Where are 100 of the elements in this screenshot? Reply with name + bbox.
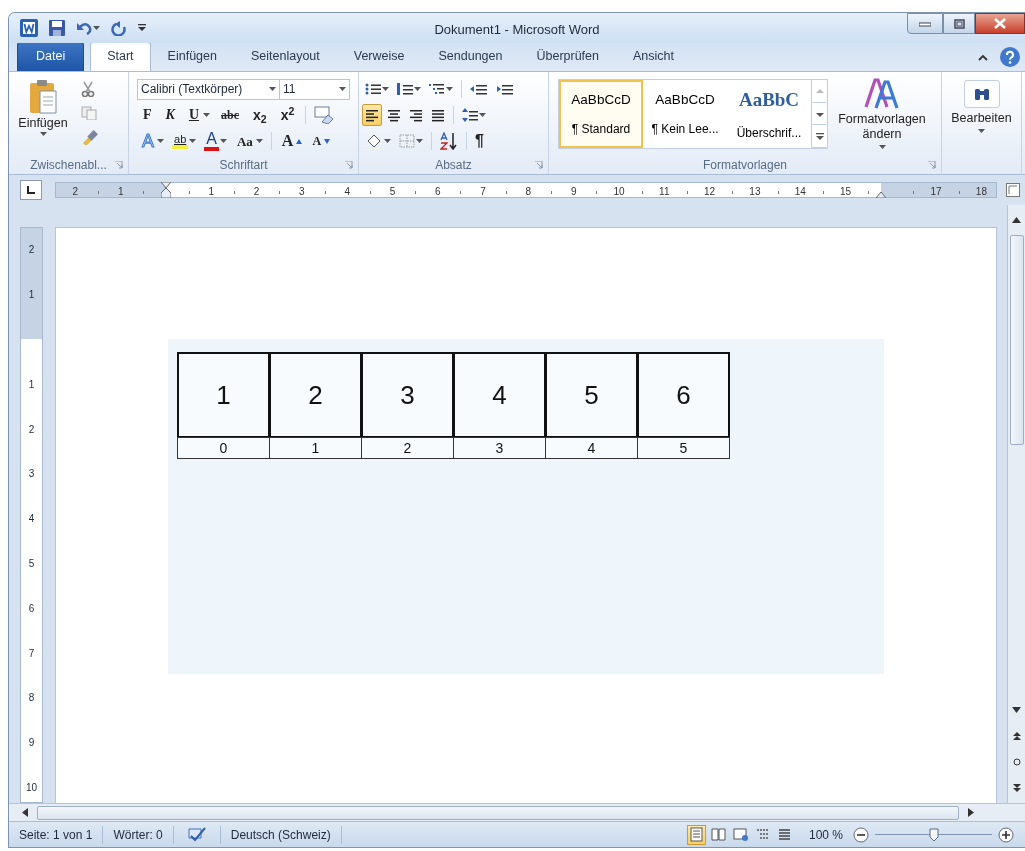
change-styles-button[interactable]: Formatvorlagen ändern (832, 76, 932, 154)
border-grid-icon (399, 134, 415, 148)
align-left-icon (365, 108, 379, 122)
font-effect-button[interactable]: Aa (231, 130, 266, 152)
font-name-field[interactable]: Calibri (Textkörper) (137, 78, 280, 100)
language-status[interactable]: Deutsch (Schweiz) (220, 825, 342, 844)
close-button[interactable] (975, 13, 1025, 34)
view-print-button[interactable] (686, 824, 706, 845)
ruler-number: 18 (975, 185, 987, 199)
format-button[interactable]: K (159, 104, 181, 126)
ruler-number: 7 (27, 646, 36, 661)
table-cell: 5 (545, 352, 638, 438)
double-up-icon (1012, 732, 1021, 740)
ruler-number: 8 (525, 185, 532, 199)
save-button[interactable] (46, 17, 68, 39)
editing-button[interactable]: Bearbeiten (948, 76, 1015, 156)
font-effect-button[interactable]: A (276, 130, 306, 152)
style-item[interactable]: AaBbCcD ¶ Kein Lee... (643, 80, 727, 148)
scroll-thumb[interactable] (37, 805, 959, 820)
tab-selector-button[interactable] (20, 180, 42, 200)
ruler-number: 1 (27, 287, 36, 302)
undo-arrow-icon (76, 21, 92, 35)
slider-thumb-icon[interactable] (928, 827, 939, 842)
table-cell: 2 (269, 352, 362, 438)
font-effect-button[interactable]: ab (169, 130, 200, 152)
table-cell: 2 (361, 437, 454, 459)
style-item[interactable]: AaBbC Überschrif... (727, 80, 811, 148)
ribbon-tab[interactable]: Start (90, 42, 151, 72)
page-count[interactable]: Seite: 1 von 1 (9, 825, 104, 844)
font-effect-button[interactable]: A (201, 130, 230, 152)
group-label: Zwischenabl... (30, 157, 107, 174)
help-button[interactable] (997, 46, 1023, 68)
style-item[interactable]: AaBbCcD ¶ Standard (559, 80, 643, 148)
caret-icon (978, 128, 985, 134)
font-size-field[interactable]: 11 (279, 78, 350, 100)
bullet-list-icon (365, 82, 381, 96)
ribbon-tab[interactable]: Ansicht (616, 42, 691, 71)
ruler-number: 2 (253, 185, 260, 199)
word-logo-icon (20, 19, 38, 37)
file-tab[interactable]: Datei (17, 42, 85, 71)
caret-icon (414, 86, 421, 92)
align-left-button[interactable] (362, 104, 382, 126)
ribbon-tab[interactable]: Sendungen (421, 42, 520, 71)
ruler-number: 4 (27, 511, 36, 526)
table-cell: 4 (453, 352, 546, 438)
align-right-icon (409, 108, 423, 122)
ruler-number: 3 (27, 466, 36, 481)
format-button[interactable]: x$_{2}$ (247, 104, 273, 126)
word-app-icon[interactable] (17, 17, 41, 39)
ruler-number: 11 (659, 185, 670, 199)
caret-icon (93, 25, 100, 31)
ruler-number: 1 (117, 185, 124, 199)
indent-marker-icon (161, 182, 171, 198)
down-arrow-icon (1012, 707, 1021, 713)
ruler-number: 5 (389, 185, 396, 199)
caret-icon (157, 138, 164, 144)
letter-a-icon (864, 77, 900, 109)
left-arrow-icon (22, 808, 28, 817)
table-cell: 1 (177, 352, 270, 438)
zoom-level[interactable]: 100 % (808, 825, 843, 844)
double-down-icon (1012, 784, 1021, 792)
caret-icon (479, 112, 486, 118)
view-web-icon (732, 827, 748, 842)
show-formatting-button[interactable]: ¶ (472, 130, 487, 152)
view-outline-icon (754, 827, 770, 842)
ruler-number: 9 (27, 735, 36, 750)
font-effect-button[interactable]: A (307, 130, 334, 152)
ruler-number: 7 (480, 185, 486, 199)
view-read-icon (710, 827, 726, 842)
ribbon-tab[interactable]: Seitenlayout (233, 42, 337, 71)
caret-icon (446, 86, 453, 92)
table-cell: 0 (177, 437, 270, 459)
outdent-icon (470, 82, 488, 96)
group-label: Formatvorlagen (702, 157, 787, 174)
ruler-number: 6 (27, 601, 36, 616)
table-cell: 5 (637, 437, 730, 459)
word-count[interactable]: Wörter: 0 (103, 825, 174, 844)
format-button[interactable]: U (182, 104, 214, 126)
scroll-thumb[interactable] (1009, 235, 1024, 445)
ribbon-tab[interactable]: Einfügen (150, 42, 234, 71)
table-cell: 1 (269, 437, 362, 459)
multilevel-list-icon (429, 82, 445, 96)
table-cell: 3 (361, 352, 454, 438)
line-spacing-icon (462, 107, 478, 123)
table-cell: 3 (453, 437, 546, 459)
format-button[interactable]: abc (215, 104, 246, 126)
ruler-number: 2 (27, 422, 36, 437)
proofing-check-icon (186, 826, 207, 843)
ribbon-tab[interactable]: Überprüfen (519, 42, 616, 71)
caret-icon (189, 138, 197, 144)
maximize-button[interactable] (943, 13, 975, 34)
more-icon (814, 132, 825, 142)
minimize-button[interactable] (907, 13, 943, 34)
copy-pages-icon (81, 106, 97, 120)
dialog-launcher-icon (345, 161, 353, 169)
scissors-icon (81, 81, 95, 97)
paste-button[interactable]: Einfügen (12, 76, 74, 152)
ribbon-tab[interactable]: Verweise (336, 42, 422, 71)
format-button[interactable]: F (137, 104, 158, 126)
format-button[interactable]: x$^{2}$ (274, 104, 301, 126)
